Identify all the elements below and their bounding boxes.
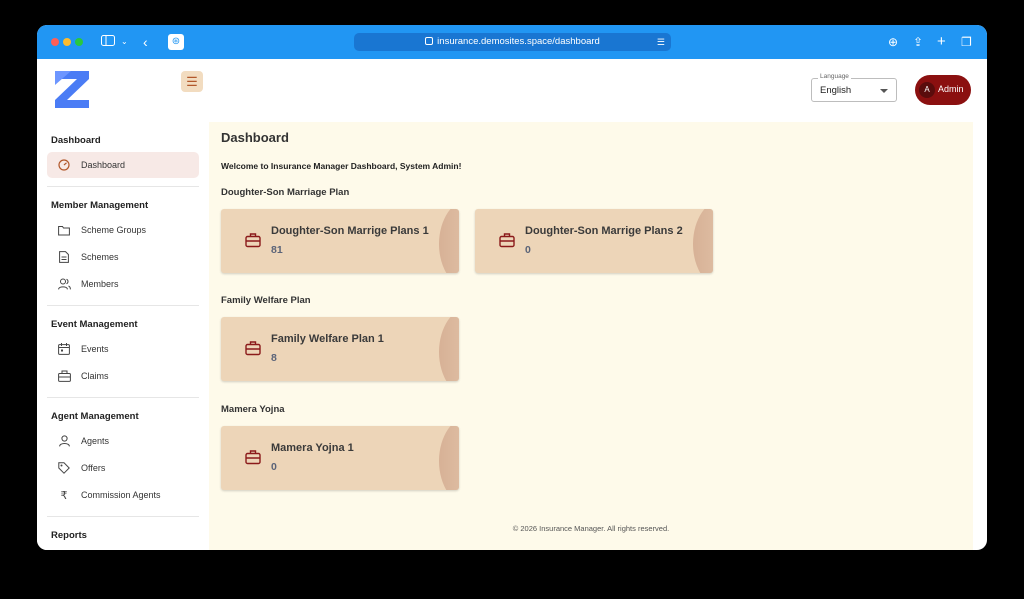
sidebar-item-label: Commission Agents bbox=[81, 490, 161, 500]
sidebar-item-events[interactable]: Events bbox=[47, 336, 199, 362]
chevron-down-icon[interactable]: ⌄ bbox=[121, 25, 128, 59]
briefcase-icon bbox=[245, 450, 261, 465]
calendar-icon bbox=[57, 342, 71, 356]
reader-icon[interactable]: ☰ bbox=[657, 33, 665, 51]
card-title: Doughter-Son Marrige Plans 1 bbox=[271, 225, 429, 237]
nav-section-member-management: Member Management bbox=[51, 200, 149, 211]
card-decoration bbox=[439, 426, 459, 490]
card-count: 81 bbox=[271, 244, 283, 256]
users-icon bbox=[57, 277, 71, 291]
card-decoration bbox=[693, 209, 713, 273]
sidebar-item-label: Scheme Groups bbox=[81, 225, 147, 235]
avatar: A bbox=[919, 82, 935, 98]
close-window-button[interactable] bbox=[51, 38, 59, 46]
language-select[interactable]: Language English bbox=[811, 73, 897, 102]
zoom-window-button[interactable] bbox=[75, 38, 83, 46]
briefcase-icon bbox=[245, 341, 261, 356]
briefcase-icon bbox=[245, 233, 261, 248]
sidebar-item-label: Dashboard bbox=[81, 160, 126, 170]
nav-section-agent-management: Agent Management bbox=[51, 411, 139, 422]
download-icon[interactable]: ⊕ bbox=[888, 25, 898, 59]
minimize-window-button[interactable] bbox=[63, 38, 71, 46]
document-icon bbox=[57, 250, 71, 264]
sidebar-nav: Dashboard Dashboard Member Management Sc… bbox=[47, 131, 199, 546]
footer-copyright: © 2026 Insurance Manager. All rights res… bbox=[512, 524, 670, 533]
sidebar-item-agents[interactable]: Agents bbox=[47, 428, 199, 454]
sidebar-item-schemes[interactable]: Schemes bbox=[47, 244, 199, 270]
group-title: Mamera Yojna bbox=[221, 404, 285, 415]
card-count: 8 bbox=[271, 352, 277, 364]
card-title: Doughter-Son Marrige Plans 2 bbox=[525, 225, 683, 237]
url-text: insurance.demosites.space/dashboard bbox=[437, 36, 600, 47]
briefcase-icon bbox=[57, 369, 71, 383]
sidebar-item-label: Offers bbox=[81, 463, 106, 473]
language-label: Language bbox=[818, 73, 851, 80]
browser-titlebar: ⌄ ‹ ⊛ insurance.demosites.space/dashboar… bbox=[37, 25, 987, 59]
nav-section-event-management: Event Management bbox=[51, 319, 138, 330]
sidebar-item-commission-agents[interactable]: ₹ Commission Agents bbox=[47, 482, 199, 508]
sidebar: ☰ Dashboard Dashboard Member Management … bbox=[37, 59, 207, 550]
language-value: English bbox=[820, 85, 852, 96]
card-decoration bbox=[439, 209, 459, 273]
back-icon[interactable]: ‹ bbox=[143, 25, 148, 59]
divider bbox=[47, 186, 199, 187]
divider bbox=[47, 397, 199, 398]
welcome-message: Welcome to Insurance Manager Dashboard, … bbox=[221, 161, 462, 171]
rupee-icon: ₹ bbox=[60, 489, 68, 502]
card-decoration bbox=[439, 317, 459, 381]
lock-icon bbox=[425, 37, 434, 45]
user-name: Admin bbox=[938, 84, 964, 94]
group-title: Family Welfare Plan bbox=[221, 295, 311, 306]
card-title: Mamera Yojna 1 bbox=[271, 442, 354, 454]
tabs-overview-icon[interactable]: ❐ bbox=[961, 25, 972, 59]
plan-card[interactable]: Mamera Yojna 1 0 bbox=[221, 426, 459, 490]
plan-card[interactable]: Doughter-Son Marrige Plans 1 81 bbox=[221, 209, 459, 273]
sidebar-toggle-icon[interactable] bbox=[101, 25, 115, 59]
shield-icon[interactable]: ⊛ bbox=[168, 34, 184, 50]
divider bbox=[47, 305, 199, 306]
sidebar-item-label: Events bbox=[81, 344, 109, 354]
plan-card[interactable]: Doughter-Son Marrige Plans 2 0 bbox=[475, 209, 713, 273]
folder-icon bbox=[57, 223, 71, 237]
tag-icon bbox=[57, 461, 71, 475]
top-header: Language English A Admin bbox=[207, 59, 987, 121]
card-count: 0 bbox=[525, 244, 531, 256]
caret-down-icon bbox=[880, 89, 888, 93]
sidebar-item-label: Agents bbox=[81, 436, 110, 446]
nav-section-dashboard: Dashboard bbox=[51, 135, 101, 146]
divider bbox=[47, 516, 199, 517]
sidebar-item-offers[interactable]: Offers bbox=[47, 455, 199, 481]
address-bar[interactable]: insurance.demosites.space/dashboard ☰ bbox=[354, 33, 671, 51]
person-icon bbox=[57, 434, 71, 448]
plan-card[interactable]: Family Welfare Plan 1 8 bbox=[221, 317, 459, 381]
browser-window: ⌄ ‹ ⊛ insurance.demosites.space/dashboar… bbox=[37, 25, 987, 550]
sidebar-item-claims[interactable]: Claims bbox=[47, 363, 199, 389]
sidebar-item-members[interactable]: Members bbox=[47, 271, 199, 297]
card-count: 0 bbox=[271, 461, 277, 473]
sidebar-item-scheme-groups[interactable]: Scheme Groups bbox=[47, 217, 199, 243]
card-title: Family Welfare Plan 1 bbox=[271, 333, 384, 345]
share-icon[interactable]: ⇪ bbox=[913, 25, 923, 59]
user-menu-button[interactable]: A Admin bbox=[915, 75, 971, 105]
new-tab-icon[interactable]: + bbox=[937, 25, 946, 59]
gauge-icon bbox=[57, 158, 71, 172]
sidebar-item-dashboard[interactable]: Dashboard bbox=[47, 152, 199, 178]
sidebar-item-label: Members bbox=[81, 279, 119, 289]
main-content: Dashboard Welcome to Insurance Manager D… bbox=[209, 122, 973, 550]
brand-logo bbox=[55, 71, 89, 108]
nav-section-reports: Reports bbox=[51, 530, 87, 541]
group-title: Doughter-Son Marriage Plan bbox=[221, 187, 350, 198]
page-title: Dashboard bbox=[221, 130, 289, 145]
hamburger-menu-icon[interactable]: ☰ bbox=[181, 71, 203, 92]
briefcase-icon bbox=[499, 233, 515, 248]
app: ☰ Dashboard Dashboard Member Management … bbox=[37, 59, 987, 550]
sidebar-item-label: Claims bbox=[81, 371, 109, 381]
sidebar-item-label: Schemes bbox=[81, 252, 119, 262]
